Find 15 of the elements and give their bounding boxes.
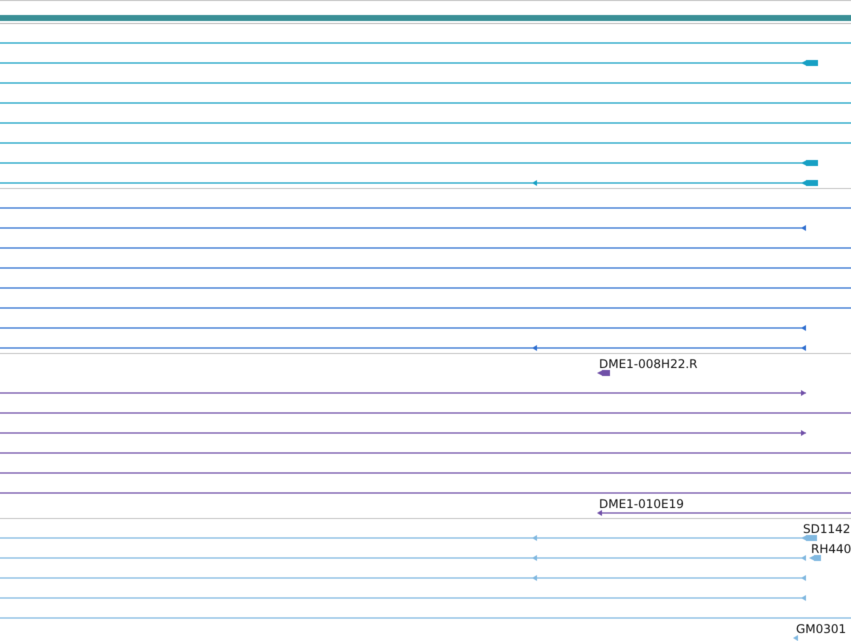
feature-drawing[interactable] <box>597 510 851 516</box>
feature-drawing[interactable] <box>0 60 818 66</box>
feature-drawing[interactable] <box>0 390 806 396</box>
feature-drawing[interactable] <box>0 160 818 166</box>
feature-drawing[interactable] <box>0 225 806 231</box>
feature-drawing[interactable] <box>0 180 818 186</box>
feature-drawing[interactable] <box>0 430 806 436</box>
feature-drawing[interactable] <box>597 370 610 376</box>
feature-drawing[interactable] <box>0 345 806 351</box>
feature-label: DME1-008H22.R <box>599 358 698 370</box>
feature-label: SD1142 <box>803 523 850 535</box>
feature-label: DME1-010E19 <box>599 498 684 510</box>
feature-drawing[interactable] <box>0 325 806 331</box>
feature-label: GM0301 <box>796 623 846 635</box>
feature-label: RH440 <box>811 543 851 555</box>
